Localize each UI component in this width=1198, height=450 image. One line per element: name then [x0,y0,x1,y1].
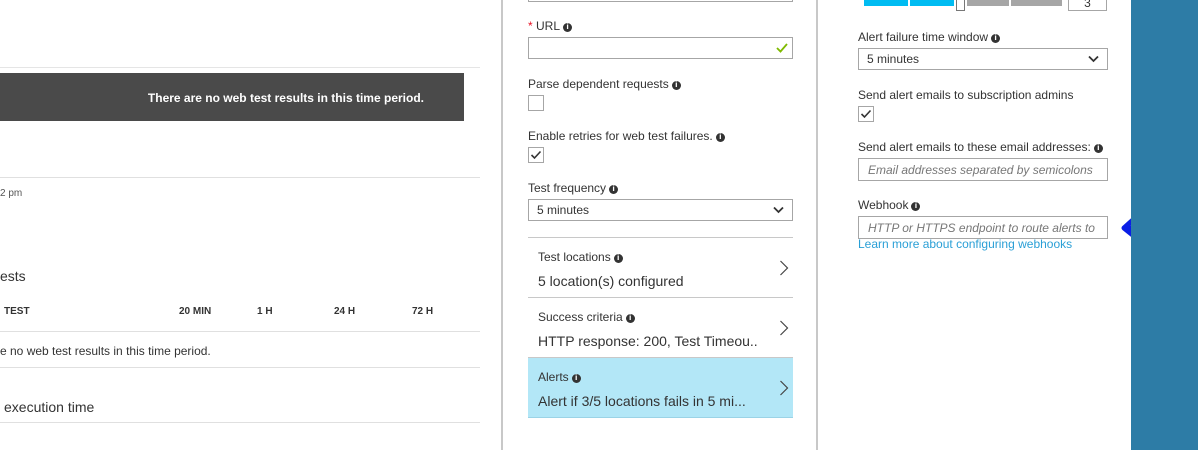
info-icon[interactable]: i [563,23,573,32]
alerts-value: Alert if 3/5 locations fails in 5 mi... [538,393,746,409]
blade-divider-right [816,0,818,450]
alert-failure-window-label: Alert failure time window i [858,30,1001,44]
chevron-right-icon [780,320,789,336]
email-addresses-input[interactable]: Email addresses separated by semicolons [858,158,1108,181]
column-header-20min[interactable]: 20 MIN [179,306,211,317]
table-header-divider [0,331,480,332]
test-locations-title: Test locations i [538,250,623,264]
enable-retries-label-text: Enable retries for web test failures. [528,129,713,143]
test-locations-row[interactable]: Test locations i 5 location(s) configured [528,237,793,297]
info-icon[interactable]: i [625,314,635,323]
left-panel: There are no web test results in this ti… [0,0,480,450]
slider-thumb[interactable] [956,0,965,11]
slider-segment-filled [864,0,908,6]
email-addresses-label: Send alert emails to these email address… [858,140,1103,154]
webhook-label: Webhook i [858,198,921,212]
test-frequency-label-text: Test frequency [528,181,607,195]
slider-segment-filled [910,0,954,6]
success-criteria-title-text: Success criteria [538,310,623,324]
checkmark-icon [860,109,872,119]
threshold-value: 3 [1084,0,1091,10]
time-axis-label: 2 pm [0,188,23,199]
parse-dependent-label-text: Parse dependent requests [528,77,669,91]
alerts-row[interactable]: Alerts i Alert if 3/5 locations fails in … [528,357,793,418]
info-icon[interactable]: i [609,185,619,194]
chevron-down-icon [773,206,784,214]
chart-axis-line [0,177,480,178]
success-criteria-value: HTTP response: 200, Test Timeou... [538,333,758,349]
success-criteria-title: Success criteria i [538,310,635,324]
column-header-1h[interactable]: 1 H [257,306,273,317]
send-to-admins-label: Send alert emails to subscription admins [858,88,1074,102]
enable-retries-checkbox[interactable] [528,147,544,163]
required-marker: * [528,19,533,33]
info-icon[interactable]: i [571,374,581,383]
right-sidebar [1131,0,1198,450]
webhook-learn-more-link[interactable]: Learn more about configuring webhooks [858,237,1072,251]
slider-segment-empty [1011,0,1062,6]
threshold-slider[interactable] [864,0,1062,11]
threshold-value-input[interactable]: 3 [1068,0,1107,11]
info-icon[interactable]: i [613,254,623,263]
alert-failure-window-label-text: Alert failure time window [858,30,989,44]
column-header-72h[interactable]: 72 H [412,306,433,317]
table-empty-text: e no web test results in this time perio… [0,344,211,358]
column-header-test[interactable]: TEST [4,306,30,317]
parse-dependent-checkbox[interactable] [528,95,544,111]
alerts-title: Alerts i [538,370,581,384]
execution-time-title: execution time [4,399,95,415]
info-icon[interactable]: i [1093,144,1103,153]
test-frequency-label: Test frequency i [528,181,619,195]
section-title: ests [0,268,26,284]
test-locations-title-text: Test locations [538,250,611,264]
email-addresses-label-text: Send alert emails to these email address… [858,140,1091,154]
test-frequency-select[interactable]: 5 minutes [528,199,793,221]
test-locations-value: 5 location(s) configured [538,273,684,289]
url-label: * URL i [528,19,573,33]
parse-dependent-label: Parse dependent requests i [528,77,681,91]
column-header-24h[interactable]: 24 H [334,306,355,317]
chevron-right-icon [780,260,789,276]
valid-check-icon [776,41,788,59]
info-icon[interactable]: i [991,34,1001,43]
alert-failure-window-select[interactable]: 5 minutes [858,48,1108,70]
table-bottom-divider [0,367,480,368]
info-icon[interactable]: i [715,133,725,142]
alerts-title-text: Alerts [538,370,569,384]
chart-top-border [0,67,480,68]
test-frequency-value: 5 minutes [537,203,590,217]
checkmark-icon [530,150,542,160]
no-results-banner-text: There are no web test results in this ti… [147,91,424,105]
url-label-text: URL [536,19,561,33]
chevron-right-icon [780,380,789,396]
chevron-down-icon [1088,55,1099,63]
info-icon[interactable]: i [911,202,921,211]
webhook-input[interactable]: HTTP or HTTPS endpoint to route alerts t… [858,216,1108,239]
execution-bottom-divider [0,422,480,423]
alert-failure-window-value: 5 minutes [867,52,920,66]
success-criteria-row[interactable]: Success criteria i HTTP response: 200, Te… [528,297,793,357]
enable-retries-label: Enable retries for web test failures. i [528,129,725,143]
slider-segment-empty [967,0,1009,6]
webhook-label-text: Webhook [858,198,909,212]
url-input[interactable] [528,37,793,59]
previous-field-bottom[interactable] [528,0,793,2]
send-to-admins-checkbox[interactable] [858,106,874,122]
info-icon[interactable]: i [671,81,681,90]
